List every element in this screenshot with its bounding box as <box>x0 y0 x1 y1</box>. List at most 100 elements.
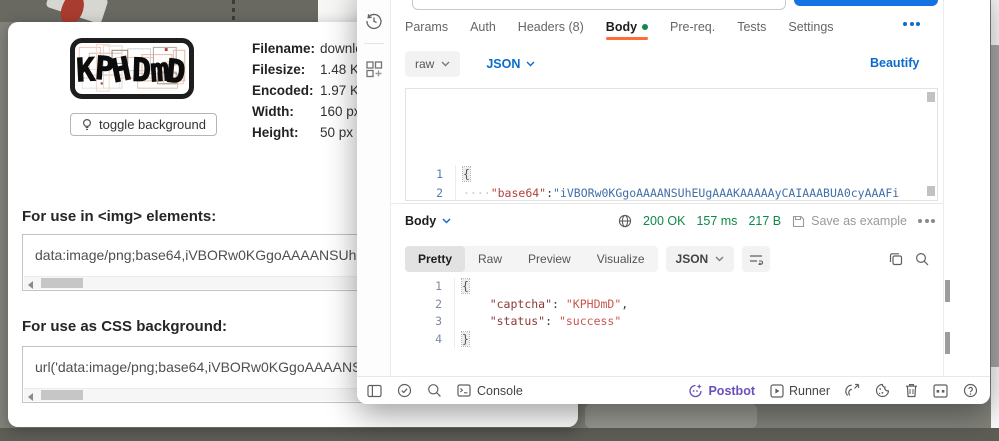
svg-text:D: D <box>131 52 151 89</box>
cookies-button[interactable] <box>875 383 890 398</box>
line-number: 1 <box>405 278 454 296</box>
save-as-example-button[interactable]: Save as example <box>792 214 907 228</box>
line-number: 2 <box>406 184 455 201</box>
response-language-label: JSON <box>676 252 709 266</box>
help-button[interactable] <box>963 383 978 398</box>
request-tabs: Params Auth Headers (8) Body Pre-req. Tests Se… <box>405 14 834 40</box>
request-tab-label: Tests <box>737 20 766 34</box>
raw-mode-dropdown[interactable]: raw <box>405 51 460 77</box>
runner-label: Runner <box>789 384 830 398</box>
request-tab-label: Headers (8) <box>518 20 584 34</box>
scroll-left-arrow-icon[interactable] <box>28 393 33 401</box>
history-icon[interactable] <box>365 12 383 30</box>
response-scrollbar-thumb[interactable] <box>945 280 950 302</box>
svg-text:D: D <box>165 53 187 91</box>
toggle-background-label: toggle background <box>99 117 206 132</box>
request-tab-body[interactable]: Body <box>606 14 648 40</box>
save-icon <box>792 215 805 228</box>
request-url-input[interactable] <box>412 0 786 10</box>
request-tab-pre-req-[interactable]: Pre-req. <box>670 14 715 40</box>
lightbulb-icon <box>81 118 93 132</box>
response-body-dropdown[interactable]: Body <box>405 214 451 228</box>
response-language-dropdown[interactable]: JSON <box>666 246 735 272</box>
request-tab-tests[interactable]: Tests <box>737 14 766 40</box>
dashed-guide-line <box>232 0 235 22</box>
panel-right-border <box>943 0 944 376</box>
code-token: , <box>621 297 628 311</box>
metadata-value: 50 px <box>320 122 353 143</box>
capture-requests-button[interactable] <box>845 383 860 398</box>
screen: K P H D m D toggle background Filename:d… <box>0 0 999 441</box>
scrollbar-thumb[interactable] <box>41 390 83 400</box>
metadata-row: Filename:downlo <box>252 38 363 59</box>
view-tab-pretty[interactable]: Pretty <box>405 246 465 272</box>
wrap-lines-button[interactable] <box>742 246 770 272</box>
editor-scrollbar-top[interactable] <box>927 92 935 102</box>
copy-response-button[interactable] <box>889 252 903 266</box>
unsaved-changes-dot <box>642 24 648 30</box>
code-content: ····"base64":"iVBORw0KGgoAAAANSUhEUgAAAK… <box>455 184 937 201</box>
beautify-button[interactable]: Beautify <box>870 56 919 70</box>
help-icon <box>963 383 978 398</box>
scroll-left-arrow-icon[interactable] <box>28 281 33 289</box>
code-line: 4} <box>405 331 938 349</box>
page-scrollbar[interactable] <box>991 0 999 428</box>
code-line: 1{ <box>406 165 937 184</box>
code-line: 2 "captcha": "KPHDmD", <box>405 296 938 314</box>
response-size: 217 B <box>748 214 781 228</box>
code-token <box>462 314 490 328</box>
cookie-icon <box>875 383 890 398</box>
metadata-row: Width:160 px <box>252 101 363 122</box>
view-tab-raw[interactable]: Raw <box>465 246 515 272</box>
postbot-button[interactable]: Postbot <box>688 383 755 398</box>
trash-button[interactable] <box>905 383 918 398</box>
code-token: : <box>552 297 566 311</box>
scrollbar-thumb[interactable] <box>41 278 83 288</box>
rail-divider <box>364 43 384 44</box>
request-tab-headers-8-[interactable]: Headers (8) <box>518 14 584 40</box>
response-view-tabs: PrettyRawPreviewVisualize <box>405 246 658 272</box>
sidebar-toggle-button[interactable] <box>367 384 382 398</box>
page-scrollbar-thumb[interactable] <box>991 45 999 367</box>
request-tab-params[interactable]: Params <box>405 14 448 40</box>
find-button[interactable] <box>427 383 442 398</box>
response-more-options-button[interactable] <box>918 219 935 223</box>
line-number: 3 <box>405 313 454 331</box>
split-pane-icon <box>933 384 948 398</box>
request-body-editor[interactable]: 1{2····"base64":"iVBORw0KGgoAAAANSUhEUgA… <box>405 88 938 201</box>
code-content: "captcha": "KPHDmD", <box>454 296 938 314</box>
network-globe-icon[interactable] <box>618 214 632 228</box>
request-tab-settings[interactable]: Settings <box>788 14 833 40</box>
response-body-label: Body <box>405 214 436 228</box>
metadata-label: Encoded: <box>252 80 320 101</box>
request-tab-label: Settings <box>788 20 833 34</box>
editor-scrollbar-bottom[interactable] <box>927 186 935 196</box>
code-token: "iVBORw0KGgoAAAANSUhEUgAAAKAAAAAyCAIAAAB… <box>553 186 899 200</box>
request-tab-label: Params <box>405 20 448 34</box>
environment-check-button[interactable] <box>397 383 412 398</box>
console-button[interactable]: Console <box>457 384 523 398</box>
code-token: ···· <box>463 186 491 200</box>
request-more-options-button[interactable] <box>903 22 920 26</box>
runner-button[interactable]: Runner <box>770 384 830 398</box>
metadata-label: Filename: <box>252 38 320 59</box>
language-dropdown[interactable]: JSON <box>486 57 535 71</box>
search-response-button[interactable] <box>915 252 929 266</box>
view-tab-preview[interactable]: Preview <box>515 246 584 272</box>
search-icon <box>915 252 929 266</box>
grid-add-icon[interactable] <box>365 60 383 78</box>
metadata-value: 1.48 K <box>320 59 359 80</box>
toggle-background-button[interactable]: toggle background <box>70 113 217 136</box>
response-scrollbar-thumb[interactable] <box>945 332 950 354</box>
split-pane-button[interactable] <box>933 384 948 398</box>
request-tab-auth[interactable]: Auth <box>470 14 496 40</box>
response-body-viewer[interactable]: 1{2 "captcha": "KPHDmD",3 "status": "suc… <box>405 278 938 372</box>
send-button[interactable] <box>794 0 938 6</box>
console-icon <box>457 384 471 397</box>
code-content: { <box>455 165 937 184</box>
postman-left-rail <box>357 0 391 376</box>
view-tab-visualize[interactable]: Visualize <box>584 246 658 272</box>
code-content: { <box>454 278 938 296</box>
metadata-label: Width: <box>252 101 320 122</box>
response-toolbar: PrettyRawPreviewVisualize JSON <box>405 246 935 272</box>
